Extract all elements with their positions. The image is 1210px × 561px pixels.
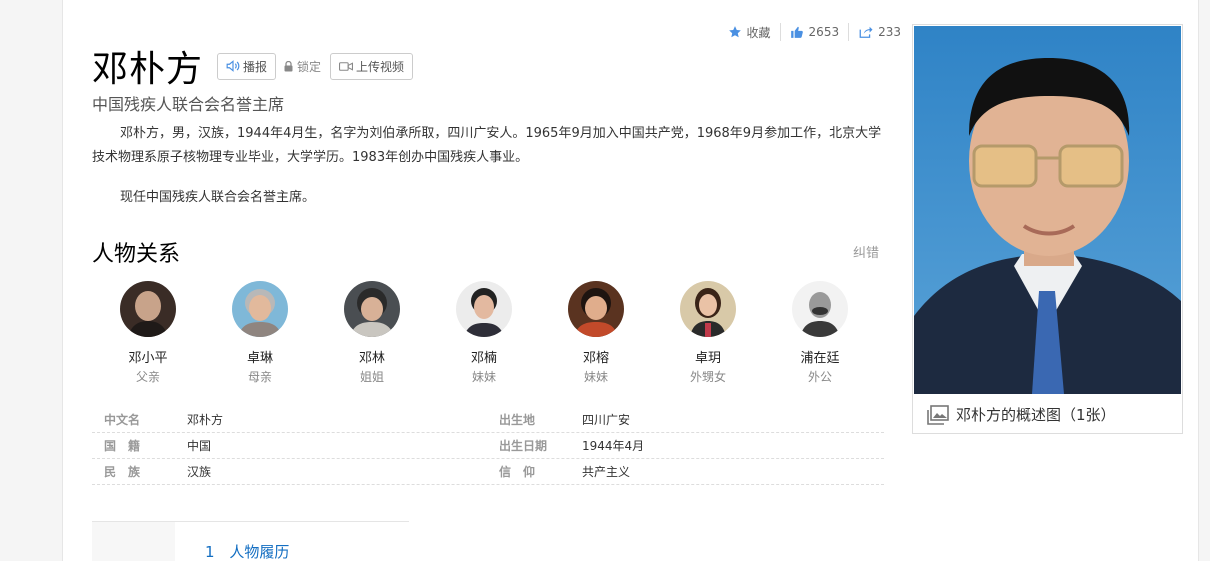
basic-info-row: 中文名 邓朴方 出生地 四川广安 bbox=[92, 407, 884, 433]
video-icon bbox=[339, 61, 354, 71]
lock-status: 锁定 bbox=[284, 58, 321, 75]
gallery-icon bbox=[927, 404, 949, 425]
info-value: 共产主义 bbox=[582, 465, 631, 479]
info-key: 中文名 bbox=[104, 413, 141, 427]
person-relation: 父亲 bbox=[135, 370, 160, 384]
avatar[interactable] bbox=[792, 281, 848, 337]
relation-person[interactable]: 邓林 姐姐 bbox=[316, 281, 428, 385]
upload-video-button[interactable]: 上传视频 bbox=[330, 52, 414, 80]
person-name: 浦在廷 bbox=[800, 351, 840, 366]
relation-person[interactable]: 邓楠 妹妹 bbox=[428, 281, 540, 385]
lock-label: 锁定 bbox=[297, 59, 322, 74]
lock-icon bbox=[284, 60, 293, 71]
thumbs-up-icon bbox=[790, 26, 803, 38]
favorite-button[interactable]: 收藏 bbox=[728, 24, 771, 41]
relations-list: 邓小平 父亲 卓琳 母亲 邓林 姐姐 邓楠 妹妹 邓榕 妹妹 卓玥 外甥女 浦在… bbox=[92, 281, 884, 385]
avatar[interactable] bbox=[232, 281, 288, 337]
person-relation: 母亲 bbox=[247, 370, 272, 384]
info-key: 出生地 bbox=[499, 413, 536, 427]
avatar[interactable] bbox=[568, 281, 624, 337]
relation-person[interactable]: 邓榕 妹妹 bbox=[540, 281, 652, 385]
info-value: 四川广安 bbox=[582, 413, 631, 427]
summary-paragraph: 现任中国残疾人联合会名誉主席。 bbox=[120, 190, 316, 205]
info-key: 出生日期 bbox=[499, 439, 548, 453]
basic-info-row: 民 族 汉族 信 仰 共产主义 bbox=[92, 459, 884, 485]
info-value: 邓朴方 bbox=[187, 413, 224, 427]
avatar[interactable] bbox=[344, 281, 400, 337]
info-key: 信 仰 bbox=[499, 465, 536, 479]
person-name: 卓琳 bbox=[246, 351, 273, 366]
play-button[interactable]: 播报 bbox=[217, 52, 277, 80]
avatar[interactable] bbox=[456, 281, 512, 337]
like-count: 2653 bbox=[808, 25, 840, 39]
person-relation: 姐姐 bbox=[359, 370, 384, 384]
toc-sidebar bbox=[92, 522, 175, 561]
play-label: 播报 bbox=[243, 59, 268, 74]
person-name: 邓榕 bbox=[582, 351, 609, 366]
relation-person[interactable]: 浦在廷 外公 bbox=[764, 281, 876, 385]
speaker-icon bbox=[226, 60, 240, 72]
summary-paragraph: 邓朴方，男，汉族，1944年4月生，名字为刘伯承所取，四川广安人。1965年9月… bbox=[92, 126, 882, 165]
basic-info-table: 中文名 邓朴方 出生地 四川广安 国 籍 中国 出生日期 1944年4月 民 族… bbox=[92, 407, 884, 485]
person-name: 邓林 bbox=[358, 351, 385, 366]
share-icon bbox=[859, 26, 873, 38]
page-content: 收藏 2653 233 邓朴方 播报 锁定 上传视频 中国残疾人联合会名誉主席 … bbox=[62, 0, 1199, 561]
table-of-contents: 1 人物履历 bbox=[92, 521, 409, 561]
person-relation: 外甥女 bbox=[689, 370, 726, 384]
person-relation: 妹妹 bbox=[471, 370, 496, 384]
person-name: 邓楠 bbox=[470, 351, 497, 366]
summary: 邓朴方，男，汉族，1944年4月生，名字为刘伯承所取，四川广安人。1965年9月… bbox=[92, 122, 884, 210]
person-relation: 妹妹 bbox=[583, 370, 608, 384]
toc-item-number: 1 bbox=[205, 543, 215, 561]
avatar[interactable] bbox=[680, 281, 736, 337]
toc-item-label: 人物履历 bbox=[229, 543, 290, 561]
info-value: 1944年4月 bbox=[582, 439, 645, 453]
star-icon bbox=[728, 26, 741, 38]
person-relation: 外公 bbox=[807, 370, 832, 384]
error-correction-link[interactable]: 纠错 bbox=[853, 242, 879, 261]
info-key: 民 族 bbox=[104, 465, 141, 479]
divider bbox=[848, 23, 850, 41]
info-value: 汉族 bbox=[187, 465, 212, 479]
upload-video-label: 上传视频 bbox=[356, 59, 405, 74]
info-key: 国 籍 bbox=[104, 439, 141, 453]
relations-title: 人物关系 bbox=[92, 242, 181, 267]
basic-info-row: 国 籍 中国 出生日期 1944年4月 bbox=[92, 433, 884, 459]
portrait-photo[interactable] bbox=[914, 26, 1181, 394]
divider bbox=[779, 23, 781, 41]
person-name: 卓玥 bbox=[694, 351, 721, 366]
top-actions: 收藏 2653 233 bbox=[728, 23, 901, 41]
page-title: 邓朴方 bbox=[92, 49, 204, 90]
toc-item[interactable]: 1 人物履历 bbox=[205, 541, 289, 561]
relation-person[interactable]: 卓琳 母亲 bbox=[204, 281, 316, 385]
avatar[interactable] bbox=[120, 281, 176, 337]
summary-photo-card[interactable]: 邓朴方的概述图（1张） bbox=[912, 24, 1183, 434]
subtitle: 中国残疾人联合会名誉主席 bbox=[92, 95, 285, 114]
favorite-label: 收藏 bbox=[746, 25, 771, 40]
share-count: 233 bbox=[878, 25, 901, 39]
share-button[interactable]: 233 bbox=[858, 25, 901, 39]
person-name: 邓小平 bbox=[128, 351, 168, 366]
photo-caption-label: 邓朴方的概述图（1张） bbox=[956, 406, 1116, 424]
photo-caption[interactable]: 邓朴方的概述图（1张） bbox=[927, 404, 1116, 425]
relation-person[interactable]: 邓小平 父亲 bbox=[92, 281, 204, 385]
relation-person[interactable]: 卓玥 外甥女 bbox=[652, 281, 764, 385]
info-value: 中国 bbox=[187, 439, 212, 453]
scrollbar-track[interactable] bbox=[1200, 0, 1210, 561]
title-row: 邓朴方 播报 锁定 上传视频 bbox=[92, 40, 414, 92]
like-button[interactable]: 2653 bbox=[790, 25, 840, 39]
